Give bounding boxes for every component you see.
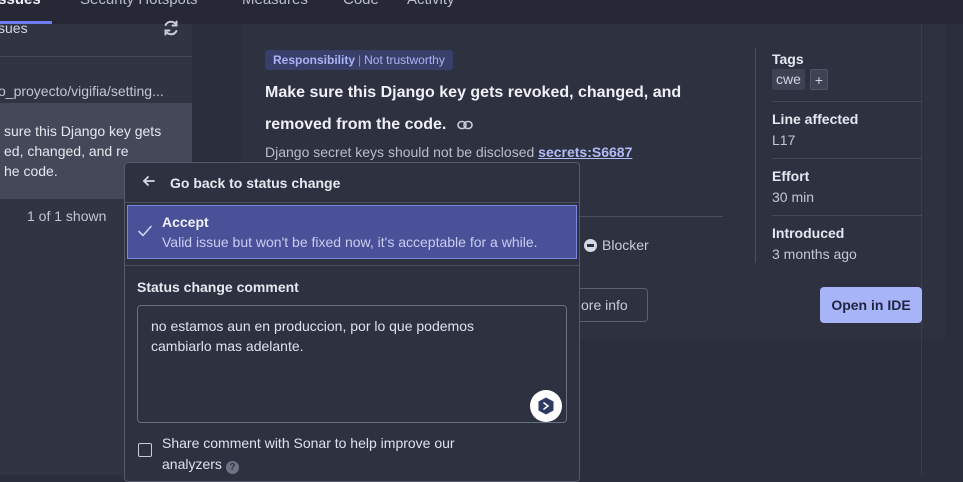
line-affected-label: Line affected [772,111,859,127]
rule-link[interactable]: secrets:S6687 [538,144,632,160]
share-comment-text: Share comment with Sonar to help improve… [162,435,455,472]
comment-text[interactable]: no estamos aun en produccion, por lo que… [151,316,551,356]
refresh-icon[interactable] [162,19,180,37]
add-tag-button[interactable]: + [810,69,828,90]
tab-code[interactable]: Code [343,0,379,8]
more-info-label: ore info [581,297,628,313]
effort-label: Effort [772,168,810,184]
tab-issues[interactable]: Issues [0,0,41,8]
right-margin [945,24,963,475]
accept-option-title[interactable]: Accept [162,214,209,230]
card-divider [565,216,723,217]
badge-label: Responsibility [273,53,356,67]
help-icon[interactable]: ? [225,461,239,474]
sidebar-title: sues [0,20,28,36]
share-comment-label[interactable]: Share comment with Sonar to help improve… [162,433,462,475]
popup-divider [125,265,579,266]
issue-description-text: Django secret keys should not be disclos… [265,144,535,160]
share-comment-checkbox[interactable] [138,443,152,457]
issue-title-text: Make sure this Django key gets revoked, … [265,84,682,133]
issue-title: Make sure this Django key gets revoked, … [265,77,735,141]
check-icon [138,225,152,237]
severity[interactable]: Blocker [584,237,649,253]
meta-separator [772,101,922,102]
assistant-icon[interactable] [537,397,555,415]
comment-label: Status change comment [137,279,299,295]
meta-divider [755,48,756,263]
tab-security-hotspots[interactable]: Security Hotspots [80,0,198,8]
meta-separator [772,158,922,159]
tags-label: Tags [772,51,804,67]
badge-value: Not trustworthy [364,53,445,67]
content-edge-line [921,24,922,475]
meta-separator [772,215,922,216]
popup-divider [125,202,579,203]
open-in-ide-button[interactable]: Open in IDE [820,287,922,323]
sidebar-divider [0,56,192,57]
introduced-value: 3 months ago [772,246,857,262]
effort-value: 30 min [772,189,815,205]
arrow-left-icon[interactable] [142,174,156,188]
file-path[interactable]: o_proyecto/vigifia/setting... [0,83,164,99]
go-back-label[interactable]: Go back to status change [170,175,340,191]
badge-separator: | [358,53,362,67]
clean-code-attribute-badge[interactable]: Responsibility | Not trustworthy [265,50,453,70]
top-tab-bar: Issues Security Hotspots Measures Code A… [0,0,963,24]
shown-count: 1 of 1 shown [27,208,107,224]
blocker-icon [584,239,597,252]
accept-option-description[interactable]: Valid issue but won't be fixed now, it's… [162,234,538,250]
issue-description: Django secret keys should not be disclos… [265,144,632,160]
tab-measures[interactable]: Measures [242,0,308,8]
line-affected-value: L17 [772,132,796,148]
tab-activity[interactable]: Activity [407,0,455,8]
severity-label: Blocker [602,237,649,253]
link-icon[interactable] [457,120,473,130]
introduced-label: Introduced [772,225,845,241]
tag-cwe[interactable]: cwe [772,69,805,90]
